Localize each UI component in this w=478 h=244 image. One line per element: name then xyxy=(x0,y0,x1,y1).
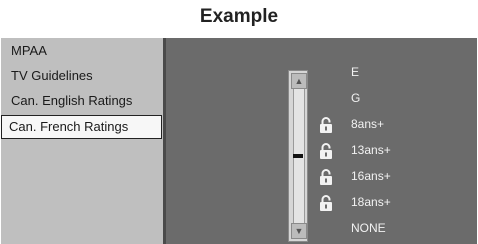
rating-row[interactable]: 13ans+ xyxy=(311,138,431,164)
rating-row[interactable]: E xyxy=(311,60,431,86)
rating-label: 16ans+ xyxy=(351,169,391,183)
lock-icon xyxy=(320,117,332,133)
lock-icon xyxy=(320,143,332,159)
rating-label: 13ans+ xyxy=(351,143,391,157)
rating-label: G xyxy=(351,91,361,105)
tv-menu-screen: MPAA TV Guidelines Can. English Ratings … xyxy=(1,38,477,244)
menu-item-mpaa[interactable]: MPAA xyxy=(1,38,163,63)
menu-item-tv-guidelines[interactable]: TV Guidelines xyxy=(1,63,163,88)
lock-icon xyxy=(320,169,332,185)
ratings-scrollbar[interactable]: ▲ ▼ xyxy=(288,70,308,242)
rating-row[interactable]: G xyxy=(311,86,431,112)
rating-row[interactable]: 8ans+ xyxy=(311,112,431,138)
menu-item-can-french-ratings[interactable]: Can. French Ratings xyxy=(1,115,162,139)
scroll-thumb[interactable] xyxy=(293,154,303,158)
rating-system-menu: MPAA TV Guidelines Can. English Ratings … xyxy=(1,38,166,244)
scroll-up-icon[interactable]: ▲ xyxy=(291,73,307,89)
rating-row[interactable]: 18ans+ xyxy=(311,190,431,216)
rating-label: NONE xyxy=(351,221,386,235)
menu-item-can-english-ratings[interactable]: Can. English Ratings xyxy=(1,88,163,113)
rating-row[interactable]: 16ans+ xyxy=(311,164,431,190)
rating-label: 18ans+ xyxy=(351,195,391,209)
ratings-list: E G 8ans+ 13ans+ 16ans+ 18ans+ NONE xyxy=(311,60,431,242)
page-title: Example xyxy=(199,6,279,27)
scroll-down-icon[interactable]: ▼ xyxy=(291,223,307,239)
rating-row[interactable]: NONE xyxy=(311,216,431,242)
rating-label: 8ans+ xyxy=(351,117,385,131)
rating-label: E xyxy=(351,65,360,79)
lock-icon xyxy=(320,195,332,211)
